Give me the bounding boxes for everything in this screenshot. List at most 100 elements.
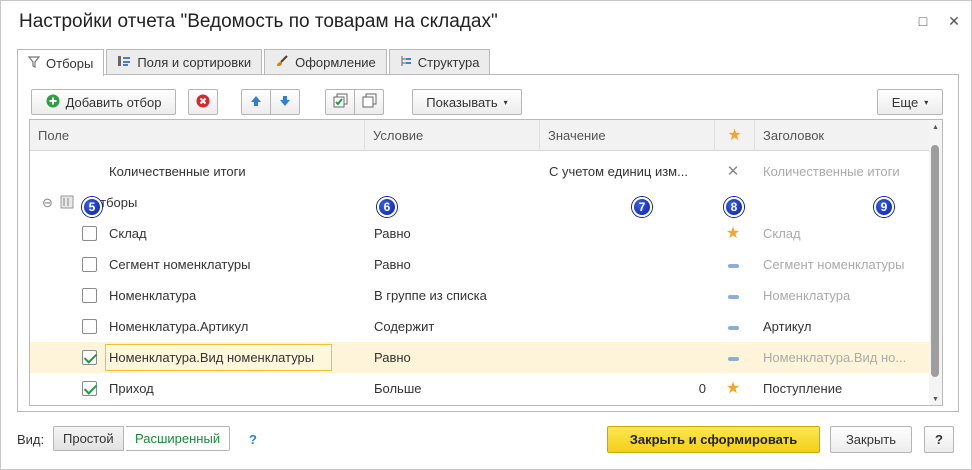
move-up-button[interactable] [241,89,271,115]
close-icon[interactable]: ✕ [945,13,963,30]
row-value: 0 [698,381,706,396]
tab-strip: Отборы Поля и сортировки Оформление Стру… [17,49,492,76]
more-label: Еще [891,94,919,110]
row-heading: Склад [763,226,801,241]
show-label: Показывать [426,94,498,110]
table-row[interactable]: Количественные итоги С учетом единиц изм… [30,156,930,187]
row-condition: Равно [374,257,411,272]
row-heading: Артикул [763,319,812,334]
scroll-up-icon[interactable]: ▲ [932,124,939,131]
scroll-thumb[interactable] [931,145,939,377]
report-settings-window: Настройки отчета "Ведомость по товарам н… [0,0,972,470]
row-condition: Содержит [374,319,435,334]
view-simple-button[interactable]: Простой [53,426,124,451]
row-condition: Равно [374,350,411,365]
delete-icon [196,94,210,111]
close-button[interactable]: Закрыть [830,426,912,453]
close-and-build-button[interactable]: Закрыть и сформировать [607,426,820,453]
row-field: Сегмент номенклатуры [109,257,251,272]
table-header: Поле Условие Значение ★ Заголовок [30,120,930,151]
tab-label: Поля и сортировки [137,55,252,70]
row-condition: Больше [374,381,422,396]
table-row[interactable]: Склад Равно ★ Склад [30,218,930,249]
group-row[interactable]: ⊖ Отборы [30,187,930,218]
tab-structure[interactable]: Структура [388,49,491,75]
row-field: Склад [109,226,147,241]
row-checkbox[interactable] [82,350,97,365]
tab-fields-sorting[interactable]: Поля и сортировки [106,49,263,75]
row-field: Номенклатура.Вид номенклатуры [109,350,315,365]
column-header-condition[interactable]: Условие [365,120,540,151]
row-checkbox[interactable] [82,381,97,396]
column-header-mark[interactable]: ★ [715,120,755,151]
row-value: С учетом единиц изм... [549,164,688,179]
row-heading: Сегмент номенклатуры [763,257,905,272]
dash-icon[interactable] [723,311,743,342]
callout-badge: 8 [724,197,744,217]
star-icon[interactable]: ★ [723,373,743,404]
dash-icon[interactable] [723,280,743,311]
tab-label: Отборы [46,55,94,71]
row-condition: В группе из списка [374,288,487,303]
close-icon[interactable]: ✕ [723,156,743,187]
row-heading: Номенклатура [763,288,851,303]
tab-label: Оформление [295,55,376,70]
collapse-icon[interactable]: ⊖ [42,187,53,218]
row-field: Количественные итоги [109,164,246,179]
dash-icon[interactable] [723,342,743,373]
view-label: Вид: [17,432,45,447]
row-checkbox[interactable] [82,257,97,272]
table-row[interactable]: Номенклатура В группе из списка Номенкла… [30,280,930,311]
row-checkbox[interactable] [82,319,97,334]
window-title: Настройки отчета "Ведомость по товарам н… [19,11,498,32]
add-filter-button[interactable]: Добавить отбор [31,89,176,115]
star-icon[interactable]: ★ [723,218,743,249]
row-checkbox[interactable] [82,288,97,303]
arrow-down-icon [278,94,292,111]
group-icon [60,187,74,218]
table-row-selected[interactable]: Номенклатура.Вид номенклатуры Равно Номе… [30,342,930,373]
callout-badge: 5 [82,197,102,217]
vertical-scrollbar[interactable]: ▲ ▼ [929,120,942,405]
help-button[interactable]: ? [924,426,954,453]
callout-badge: 7 [632,197,652,217]
table-row[interactable]: Номенклатура.Артикул Содержит Артикул [30,311,930,342]
arrow-up-icon [249,94,263,111]
star-icon: ★ [727,127,742,144]
structure-icon [400,55,412,70]
dropdown-arrow-icon: ▾ [503,97,508,107]
tab-label: Структура [417,55,480,70]
filters-table: Поле Условие Значение ★ Заголовок Количе… [29,119,943,406]
row-heading: Номенклатура.Вид но... [763,350,907,365]
delete-button[interactable] [188,89,218,115]
add-icon [46,94,60,111]
column-header-heading[interactable]: Заголовок [755,120,930,151]
tab-filters[interactable]: Отборы [17,49,105,76]
view-extended-button[interactable]: Расширенный [126,426,231,451]
show-dropdown[interactable]: Показывать ▾ [412,89,522,115]
scroll-down-icon[interactable]: ▼ [932,396,939,403]
column-header-value[interactable]: Значение [540,120,715,151]
add-filter-label: Добавить отбор [65,94,162,110]
uncheck-all-icon [362,93,377,111]
help-link[interactable]: ? [249,432,257,447]
tab-appearance[interactable]: Оформление [264,49,387,75]
more-dropdown[interactable]: Еще ▾ [877,89,943,115]
move-down-button[interactable] [270,89,300,115]
uncheck-all-button[interactable] [354,89,384,115]
row-field: Номенклатура.Артикул [109,319,249,334]
check-all-icon [333,93,348,111]
table-row[interactable]: Приход Больше 0 ★ Поступление [30,373,930,404]
table-row[interactable]: Сегмент номенклатуры Равно Сегмент номен… [30,249,930,280]
check-all-button[interactable] [325,89,355,115]
row-heading: Количественные итоги [763,164,900,179]
callout-badge: 9 [874,197,894,217]
dash-icon[interactable] [723,249,743,280]
row-condition: Равно [374,226,411,241]
dropdown-arrow-icon: ▾ [924,97,929,107]
filter-icon [27,55,41,71]
row-heading: Поступление [763,381,843,396]
restore-icon[interactable]: □ [914,13,932,29]
row-checkbox[interactable] [82,226,97,241]
column-header-field[interactable]: Поле [30,120,365,151]
